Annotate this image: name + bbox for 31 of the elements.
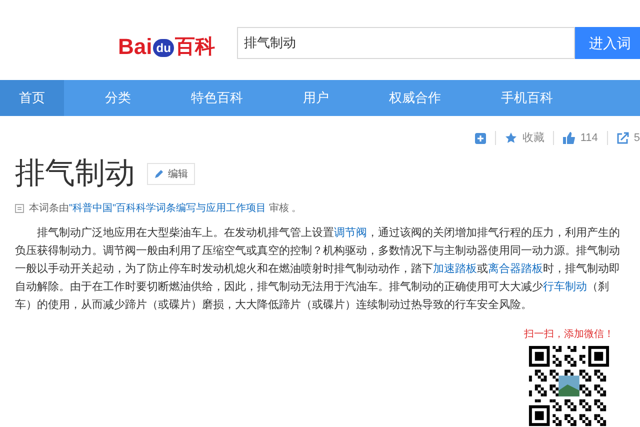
share-count: 5: [634, 130, 640, 146]
add-icon[interactable]: [475, 132, 486, 144]
term-link[interactable]: 离合器踏板: [488, 263, 543, 275]
search-button[interactable]: 进入词: [575, 27, 640, 59]
term-link[interactable]: 加速踏板: [433, 263, 477, 275]
nav-tab[interactable]: 手机百科: [482, 80, 572, 116]
search-field[interactable]: 排气制动: [237, 27, 575, 59]
logo-text: Bai: [118, 35, 152, 59]
star-icon[interactable]: [505, 132, 518, 144]
like-count: 114: [580, 130, 598, 146]
nav-tab[interactable]: 权威合作: [370, 80, 460, 116]
share-icon[interactable]: [616, 132, 629, 144]
logo-text: 百科: [174, 35, 215, 59]
nav-tab[interactable]: 首页: [0, 80, 64, 116]
document-icon: [15, 204, 24, 212]
project-link[interactable]: "科普中国"百科科学词条编写与应用工作项目: [69, 202, 266, 214]
favorite-link[interactable]: 收藏: [522, 130, 544, 146]
logo-paw-text: du: [153, 39, 174, 57]
page-title: 排气制动: [15, 156, 135, 192]
nav-tab[interactable]: 用户: [284, 80, 348, 116]
term-link[interactable]: 行车制动: [543, 281, 587, 293]
baidu-logo[interactable]: Bai du 百科: [118, 27, 224, 59]
nav-tab[interactable]: 分类: [86, 80, 150, 116]
edit-button[interactable]: 编辑: [147, 163, 195, 185]
nav-tab[interactable]: 特色百科: [172, 80, 262, 116]
qr-caption: 扫一扫，添加微信！: [524, 329, 614, 341]
thumbs-up-icon[interactable]: [563, 132, 576, 144]
term-link[interactable]: 调节阀: [334, 227, 367, 239]
article-paragraph: 排气制动广泛地应用在大型柴油车上。在发动机排气管上设置调节阀，通过该阀的关闭增加排气行程的压力，利用产生的负压获得制动力。调节阀一般由利用了压缩空气或真空的控制？机构驱动，多数情况下与主制动器使用同一动力源。排气制动一般以手动开关起动，为了防止停车时发动机熄火和在燃油喷射时排气制动动作，踏下加速踏板或离合器踏板时，排气制动即自动解除。由于在工作时要切断燃油供给，因此，排气制动无法用于汽油车。排气制动的正确使用可大大减少行车制动（刹车）的使用，从而减少蹄片（或碟片）磨损，大大降低蹄片（或碟片）连续制动过热导致的行车安全风险。: [15, 226, 621, 313]
review-note: 本词条由"科普中国"百科科学词条编写与应用工作项目 审核 。: [29, 202, 302, 216]
pencil-icon: [154, 169, 164, 179]
